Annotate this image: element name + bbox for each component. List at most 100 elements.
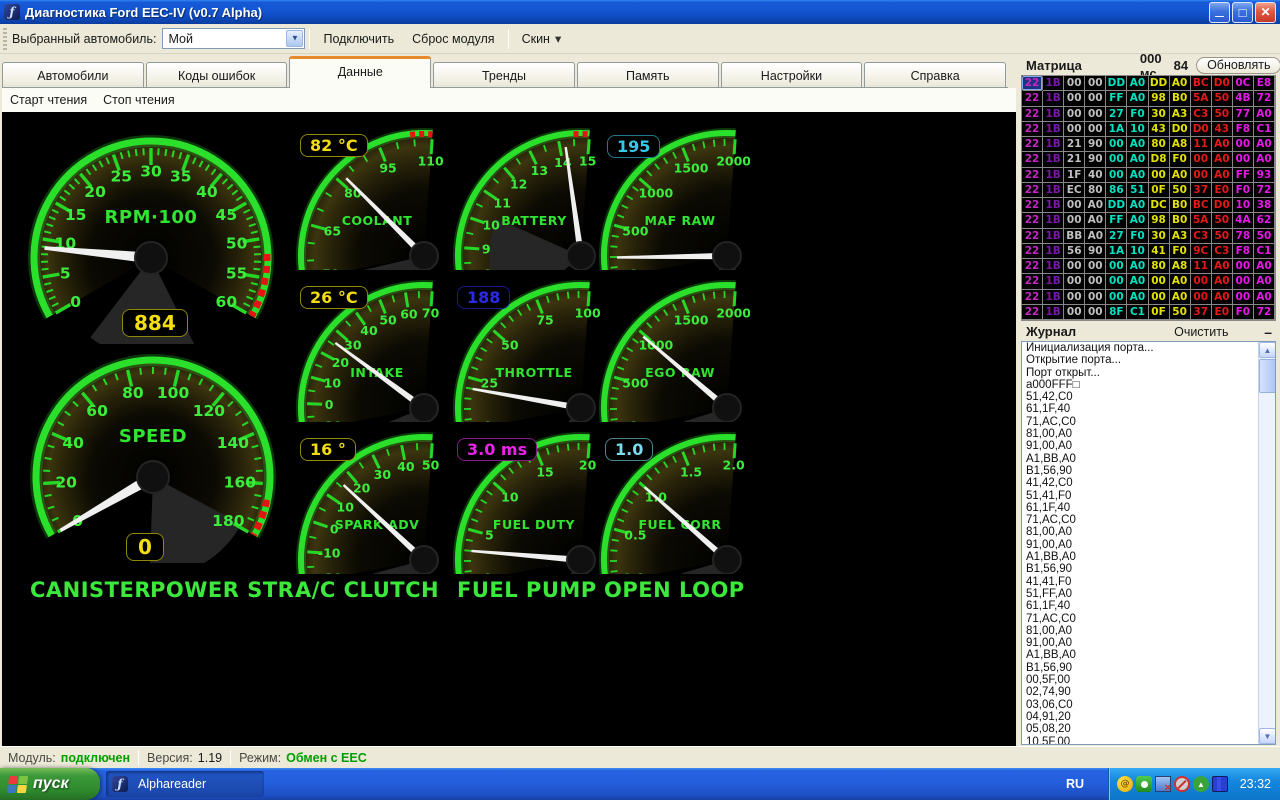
matrix-cell[interactable]: 00	[1149, 168, 1170, 183]
matrix-cell[interactable]: 50	[1254, 229, 1275, 244]
matrix-cell[interactable]: A0	[1127, 137, 1148, 152]
matrix-cell[interactable]: A0	[1127, 290, 1148, 305]
matrix-cell[interactable]: 30	[1149, 107, 1170, 122]
matrix-cell[interactable]: F8	[1233, 122, 1254, 137]
matrix-cell[interactable]: A0	[1212, 168, 1233, 183]
scrollbar-thumb[interactable]	[1259, 359, 1276, 393]
matrix-cell[interactable]: 21	[1064, 137, 1085, 152]
matrix-cell[interactable]: A3	[1170, 229, 1191, 244]
matrix-cell[interactable]: 00	[1233, 259, 1254, 274]
matrix-cell[interactable]: A0	[1212, 259, 1233, 274]
matrix-cell[interactable]: 22	[1022, 183, 1043, 198]
matrix-cell[interactable]: 00	[1064, 305, 1085, 320]
tab-help[interactable]: Справка	[864, 62, 1006, 88]
matrix-cell[interactable]: 50	[1212, 91, 1233, 106]
matrix-cell[interactable]: 00	[1191, 274, 1212, 289]
matrix-cell[interactable]: 10	[1233, 198, 1254, 213]
start-reading-button[interactable]: Старт чтения	[10, 93, 87, 107]
matrix-cell[interactable]: E0	[1212, 183, 1233, 198]
matrix-cell[interactable]: 50	[1212, 213, 1233, 228]
matrix-cell[interactable]: A0	[1127, 168, 1148, 183]
matrix-cell[interactable]: 93	[1254, 168, 1275, 183]
matrix-cell[interactable]: 90	[1085, 137, 1106, 152]
matrix-cell[interactable]: 00	[1085, 91, 1106, 106]
matrix-cell[interactable]: A0	[1127, 91, 1148, 106]
matrix-cell[interactable]: 78	[1233, 229, 1254, 244]
matrix-cell[interactable]: 43	[1149, 122, 1170, 137]
matrix-cell[interactable]: DC	[1149, 198, 1170, 213]
matrix-cell[interactable]: 90	[1085, 152, 1106, 167]
matrix-cell[interactable]: A0	[1212, 274, 1233, 289]
matrix-cell[interactable]: 00	[1085, 290, 1106, 305]
matrix-cell[interactable]: FF	[1233, 168, 1254, 183]
matrix-cell[interactable]: 00	[1106, 137, 1127, 152]
matrix-cell[interactable]: EC	[1064, 183, 1085, 198]
matrix-cell[interactable]: 00	[1085, 259, 1106, 274]
matrix-cell[interactable]: 10	[1127, 122, 1148, 137]
tab-settings[interactable]: Настройки	[721, 62, 863, 88]
matrix-cell[interactable]: FF	[1106, 91, 1127, 106]
matrix-cell[interactable]: 8F	[1106, 305, 1127, 320]
matrix-cell[interactable]: 11	[1191, 137, 1212, 152]
matrix-cell[interactable]: D0	[1191, 122, 1212, 137]
matrix-cell[interactable]: 1B	[1043, 229, 1064, 244]
reset-module-button[interactable]: Сброс модуля	[403, 29, 503, 49]
matrix-cell[interactable]: D8	[1149, 152, 1170, 167]
matrix-cell[interactable]: A0	[1127, 198, 1148, 213]
matrix-cell[interactable]: 22	[1022, 76, 1043, 91]
tab-error-codes[interactable]: Коды ошибок	[146, 62, 288, 88]
matrix-cell[interactable]: A0	[1127, 76, 1148, 91]
matrix-cell[interactable]: 00	[1233, 274, 1254, 289]
matrix-cell[interactable]: 22	[1022, 259, 1043, 274]
matrix-cell[interactable]: 21	[1064, 152, 1085, 167]
matrix-cell[interactable]: 00	[1191, 152, 1212, 167]
matrix-cell[interactable]: 00	[1233, 137, 1254, 152]
matrix-cell[interactable]: 00	[1085, 107, 1106, 122]
matrix-cell[interactable]: B0	[1170, 198, 1191, 213]
matrix-cell[interactable]: BC	[1191, 198, 1212, 213]
matrix-cell[interactable]: 1B	[1043, 259, 1064, 274]
matrix-cell[interactable]: DD	[1106, 76, 1127, 91]
matrix-cell[interactable]: 27	[1106, 229, 1127, 244]
matrix-cell[interactable]: 43	[1212, 122, 1233, 137]
matrix-cell[interactable]: 50	[1170, 183, 1191, 198]
matrix-cell[interactable]: 22	[1022, 274, 1043, 289]
matrix-cell[interactable]: A0	[1170, 76, 1191, 91]
matrix-cell[interactable]: 1B	[1043, 107, 1064, 122]
matrix-cell[interactable]: 00	[1106, 152, 1127, 167]
matrix-cell[interactable]: A3	[1170, 107, 1191, 122]
matrix-cell[interactable]: 98	[1149, 91, 1170, 106]
tab-cars[interactable]: Автомобили	[2, 62, 144, 88]
matrix-cell[interactable]: 00	[1085, 122, 1106, 137]
matrix-cell[interactable]: A0	[1254, 259, 1275, 274]
matrix-cell[interactable]: 22	[1022, 152, 1043, 167]
matrix-cell[interactable]: 00	[1064, 91, 1085, 106]
matrix-cell[interactable]: C1	[1127, 305, 1148, 320]
matrix-cell[interactable]: B0	[1170, 213, 1191, 228]
matrix-cell[interactable]: A8	[1170, 259, 1191, 274]
scroll-up-icon[interactable]	[1259, 342, 1276, 358]
matrix-cell[interactable]: 98	[1149, 213, 1170, 228]
matrix-cell[interactable]: 27	[1106, 107, 1127, 122]
matrix-cell[interactable]: F0	[1233, 305, 1254, 320]
matrix-cell[interactable]: 0F	[1149, 183, 1170, 198]
matrix-cell[interactable]: A0	[1085, 198, 1106, 213]
matrix-cell[interactable]: 11	[1191, 259, 1212, 274]
matrix-cell[interactable]: 22	[1022, 290, 1043, 305]
matrix-cell[interactable]: D0	[1212, 76, 1233, 91]
matrix-cell[interactable]: 86	[1106, 183, 1127, 198]
matrix-cell[interactable]: 77	[1233, 107, 1254, 122]
matrix-cell[interactable]: A0	[1170, 274, 1191, 289]
matrix-cell[interactable]: A0	[1127, 274, 1148, 289]
matrix-cell[interactable]: A0	[1127, 213, 1148, 228]
matrix-cell[interactable]: 00	[1233, 290, 1254, 305]
matrix-cell[interactable]: A0	[1254, 152, 1275, 167]
matrix-cell[interactable]: 1B	[1043, 91, 1064, 106]
matrix-cell[interactable]: 0C	[1233, 76, 1254, 91]
matrix-cell[interactable]: 1B	[1043, 305, 1064, 320]
matrix-cell[interactable]: A0	[1127, 152, 1148, 167]
car-select-combobox[interactable]: Мой	[162, 28, 305, 49]
matrix-cell[interactable]: C3	[1191, 107, 1212, 122]
matrix-cell[interactable]: 00	[1106, 168, 1127, 183]
matrix-cell[interactable]: 00	[1149, 274, 1170, 289]
